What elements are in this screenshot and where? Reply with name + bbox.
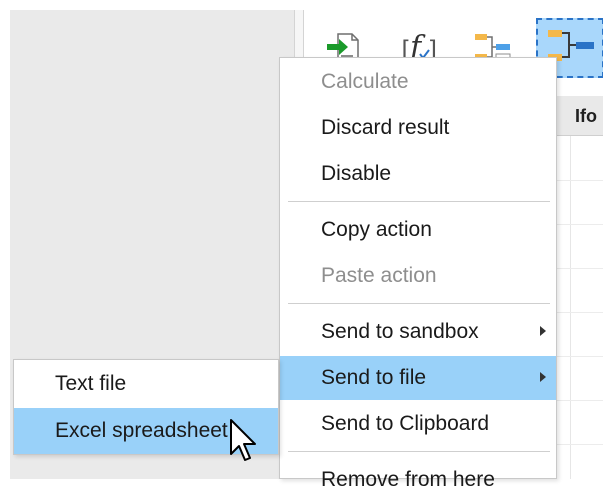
grid-line bbox=[555, 356, 603, 357]
menu-item-copy-action[interactable]: Copy action bbox=[280, 208, 556, 252]
menu-item-label: Discard result bbox=[321, 116, 450, 139]
menu-item-label: Send to Clipboard bbox=[321, 412, 490, 435]
submenu-item-text-file[interactable]: Text file bbox=[14, 361, 278, 407]
grid-line bbox=[555, 224, 603, 225]
menu-separator bbox=[288, 201, 550, 202]
submenu-arrow-icon bbox=[540, 326, 546, 336]
menu-item-paste-action[interactable]: Paste action bbox=[280, 254, 556, 298]
menu-item-discard-result[interactable]: Discard result bbox=[280, 106, 556, 150]
menu-item-remove-from-here[interactable]: Remove from here bbox=[280, 458, 556, 502]
mouse-pointer-icon bbox=[228, 418, 262, 468]
grid-line bbox=[555, 180, 603, 181]
grid-line bbox=[555, 312, 603, 313]
menu-item-label: Disable bbox=[321, 162, 392, 185]
menu-item-disable[interactable]: Disable bbox=[280, 152, 556, 196]
menu-item-send-to-file[interactable]: Send to file bbox=[280, 356, 556, 400]
submenu-item-label: Text file bbox=[55, 372, 127, 395]
table-column-header[interactable]: Ifo bbox=[555, 96, 603, 136]
grid-line bbox=[555, 400, 603, 401]
menu-item-send-to-sandbox[interactable]: Send to sandbox bbox=[280, 310, 556, 354]
menu-item-send-to-clipboard[interactable]: Send to Clipboard bbox=[280, 402, 556, 446]
grid-line bbox=[555, 268, 603, 269]
menu-separator bbox=[288, 451, 550, 452]
menu-item-calculate[interactable]: Calculate bbox=[280, 60, 556, 104]
menu-item-label: Paste action bbox=[321, 264, 437, 287]
context-menu: Calculate Discard result Disable Copy ac… bbox=[279, 57, 557, 491]
menu-separator bbox=[288, 303, 550, 304]
menu-item-label: Send to file bbox=[321, 366, 427, 389]
menu-item-label: Remove from here bbox=[321, 468, 495, 491]
grid-line bbox=[555, 444, 603, 445]
submenu-arrow-icon bbox=[540, 372, 546, 382]
submenu-item-label: Excel spreadsheet bbox=[55, 419, 228, 442]
menu-item-label: Calculate bbox=[321, 70, 409, 93]
column-header-label: Ifo bbox=[575, 106, 597, 126]
menu-item-label: Send to sandbox bbox=[321, 320, 479, 343]
menu-item-label: Copy action bbox=[321, 218, 432, 241]
grid-line bbox=[570, 136, 571, 479]
